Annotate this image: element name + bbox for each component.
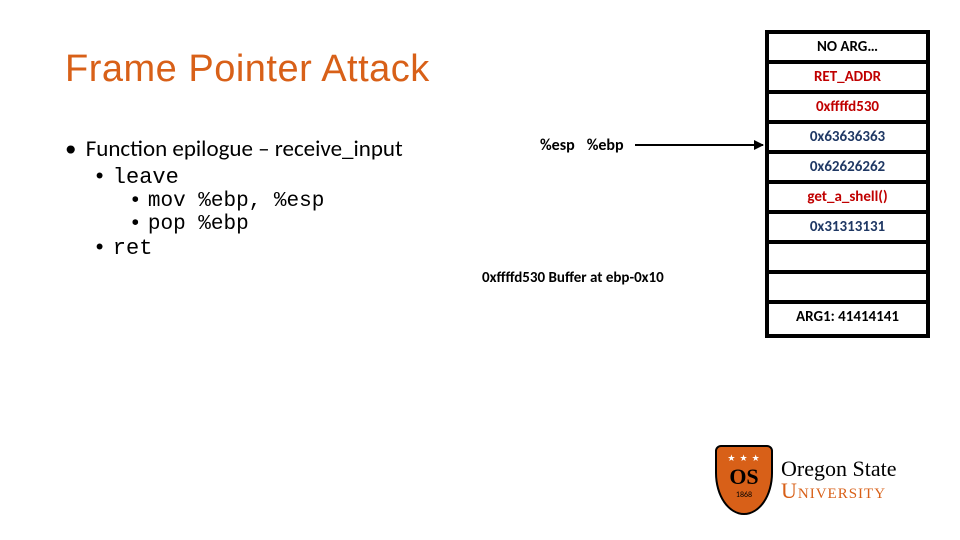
bullet-ret: •ret: [93, 236, 565, 261]
bullet-mov-text: mov %ebp, %esp: [148, 190, 324, 213]
logo-line1: Oregon State: [781, 458, 896, 480]
stack-cell-empty1: [769, 244, 926, 274]
bullet-ret-text: ret: [113, 236, 153, 261]
ebp-label: %ebp: [587, 136, 624, 155]
stack-cell-empty2: [769, 274, 926, 304]
bullet-lvl1-text: Function epilogue – receive_input: [86, 135, 403, 163]
stack-diagram: NO ARG…RET_ADDR0xffffd5300x636363630x626…: [765, 30, 930, 338]
stars-icon: ★ ★ ★: [727, 453, 760, 464]
stack-cell-buf0: 0x31313131: [769, 214, 926, 244]
slide-title: Frame Pointer Attack: [65, 48, 430, 91]
stack-cell-arg1: ARG1: 41414141: [769, 304, 926, 334]
esp-label: %esp: [540, 136, 575, 155]
bullet-leave: •leave: [93, 165, 565, 190]
stack-cell-saved-ebp: 0xffffd530: [769, 94, 926, 124]
stack-cell-ret-addr: RET_ADDR: [769, 64, 926, 94]
university-logo: ★ ★ ★ OS 1868 Oregon State University: [715, 440, 930, 520]
bullet-lvl1: •Function epilogue – receive_input: [65, 135, 565, 163]
register-pointer-labels: %esp %ebp: [540, 136, 624, 155]
bullet-pop-text: pop %ebp: [148, 213, 249, 236]
stack-cell-buf3: 0x63636363: [769, 124, 926, 154]
buffer-address-label: 0xffffd530 Buffer at ebp-0x10: [482, 269, 664, 287]
shield-icon: ★ ★ ★ OS 1868: [715, 445, 773, 515]
bullet-pop: •pop %ebp: [129, 213, 565, 236]
shield-year: 1868: [736, 490, 752, 500]
shield-letters: OS: [729, 464, 758, 490]
stack-cell-buf2: 0x62626262: [769, 154, 926, 184]
stack-cell-no-arg: NO ARG…: [769, 34, 926, 64]
bullet-mov: •mov %ebp, %esp: [129, 190, 565, 213]
logo-line2: University: [781, 480, 896, 502]
slide: Frame Pointer Attack •Function epilogue …: [0, 0, 960, 540]
pointer-arrow-icon: [635, 144, 763, 146]
stack-cell-get-a-shell: get_a_shell(): [769, 184, 926, 214]
slide-body: •Function epilogue – receive_input •leav…: [65, 135, 565, 261]
logo-text: Oregon State University: [781, 458, 896, 502]
bullet-leave-text: leave: [113, 165, 179, 190]
